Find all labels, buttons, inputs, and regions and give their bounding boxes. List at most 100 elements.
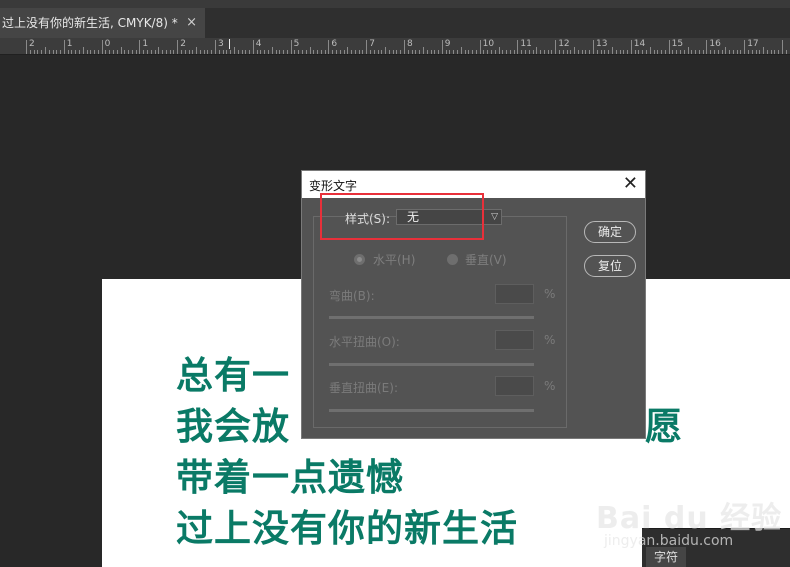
ruler-tick <box>683 50 685 54</box>
h-distort-percent: % <box>544 333 556 347</box>
character-panel-tab[interactable]: 字符 <box>646 547 686 567</box>
ruler-tick <box>472 50 473 54</box>
ruler-tick <box>143 50 145 54</box>
ruler-tick <box>411 50 413 54</box>
ruler-tick <box>362 50 364 54</box>
h-distort-input[interactable] <box>495 330 534 350</box>
ruler-tick <box>29 50 31 54</box>
dialog-title: 变形文字 <box>309 179 358 193</box>
ok-button[interactable]: 确定 <box>584 221 636 243</box>
ruler-tick <box>502 50 504 54</box>
vertical-radio-label: 垂直(V) <box>465 253 507 267</box>
ruler-tick <box>290 40 292 54</box>
bend-slider[interactable] <box>329 316 534 319</box>
ruler-tick <box>540 50 542 54</box>
ruler-tick <box>468 50 470 54</box>
ruler-tick <box>419 50 421 54</box>
v-distort-slider[interactable] <box>329 409 534 412</box>
ruler-tick <box>638 50 640 54</box>
ruler-tick <box>279 50 281 54</box>
ruler-tick <box>581 50 583 54</box>
ruler-tick <box>226 50 228 54</box>
ruler-tick <box>158 47 160 54</box>
ruler-label: 15 <box>671 39 684 49</box>
horizontal-radio[interactable] <box>354 254 365 265</box>
ruler-tick <box>94 50 95 54</box>
ruler-label: 13 <box>596 39 608 49</box>
h-distort-label: 水平扭曲(O): <box>329 335 400 349</box>
warp-text-dialog: 变形文字 ✕ 样式(S): 无 ▽ 水平(H) 垂直(V) 弯曲(B): % 水… <box>301 170 646 439</box>
horizontal-ruler[interactable]: 2 1 0 1 2 3 4 5 6 7 8 9 10 11 12 13 14 15 16 17 <box>0 38 790 55</box>
ruler-tick <box>430 50 432 54</box>
ruler-tick <box>479 40 481 54</box>
warp-settings-group <box>313 216 567 428</box>
ruler-tick <box>619 50 621 54</box>
ruler-tick <box>725 47 727 54</box>
close-icon[interactable]: ✕ <box>623 173 638 195</box>
ruler-label: 8 <box>407 39 413 49</box>
h-distort-slider[interactable] <box>329 363 534 366</box>
ruler-tick <box>570 50 572 54</box>
ruler-tick <box>116 50 118 54</box>
ruler-tick <box>691 50 693 54</box>
ruler-tick <box>755 50 757 54</box>
reset-button[interactable]: 复位 <box>584 255 636 277</box>
baidu-url: jingyan.baidu.com <box>604 533 734 549</box>
ruler-label: 9 <box>444 39 451 49</box>
canvas-text-line-2: 我会放 <box>176 405 290 448</box>
ruler-tick <box>252 40 254 54</box>
ruler-tick <box>487 50 489 54</box>
ruler-tick <box>585 50 587 54</box>
ruler-tick <box>131 50 133 54</box>
ruler-tick <box>313 50 315 54</box>
ruler-tick <box>48 50 50 54</box>
vertical-radio[interactable] <box>447 254 458 265</box>
ruler-tick <box>400 50 402 54</box>
ruler-tick <box>649 47 651 54</box>
ruler-tick <box>543 50 545 54</box>
ruler-tick <box>729 50 731 54</box>
ruler-tick <box>60 50 61 54</box>
menu-strip <box>0 0 790 8</box>
ruler-tick <box>177 40 179 54</box>
ruler-tick <box>294 50 296 54</box>
ruler-tick <box>173 50 175 54</box>
ruler-tick <box>498 47 500 54</box>
ruler-tick <box>147 50 148 54</box>
ruler-tick <box>370 50 371 54</box>
ruler-tick <box>774 50 776 54</box>
ruler-tick <box>525 50 526 54</box>
ruler-tick <box>445 50 447 54</box>
ruler-tick <box>717 50 719 54</box>
ruler-tick <box>392 50 394 54</box>
ruler-tick <box>328 40 330 54</box>
ruler-tick <box>657 50 659 54</box>
canvas-text-line-3: 带着一点遗憾 <box>176 456 404 499</box>
ruler-tick <box>404 40 405 54</box>
ruler-tick <box>604 50 606 54</box>
ruler-tick <box>71 50 73 54</box>
ruler-label: 14 <box>633 39 646 49</box>
ruler-label: 17 <box>747 39 759 49</box>
ruler-tick <box>237 50 239 54</box>
ruler-tick <box>317 50 319 54</box>
ruler-tick <box>407 50 409 54</box>
bend-input[interactable] <box>495 284 534 304</box>
ruler-tick <box>509 50 511 54</box>
ruler-tick <box>653 50 655 54</box>
v-distort-input[interactable] <box>495 376 534 396</box>
ruler-label: 2 <box>29 39 35 49</box>
ruler-tick <box>740 50 742 54</box>
ruler-label: 1 <box>66 39 73 49</box>
document-tab[interactable]: 过上没有你的新生活, CMYK/8) * × <box>0 8 205 38</box>
close-icon[interactable]: × <box>186 8 197 38</box>
ruler-tick <box>196 47 198 54</box>
ruler-tick <box>763 47 765 54</box>
ruler-tick <box>751 50 753 54</box>
ruler-tick <box>271 47 273 54</box>
chevron-down-icon: ▽ <box>491 212 498 222</box>
ruler-tick <box>562 50 564 54</box>
ruler-label: 3 <box>218 39 224 49</box>
ruler-tick <box>559 50 560 54</box>
ruler-tick <box>67 50 69 54</box>
